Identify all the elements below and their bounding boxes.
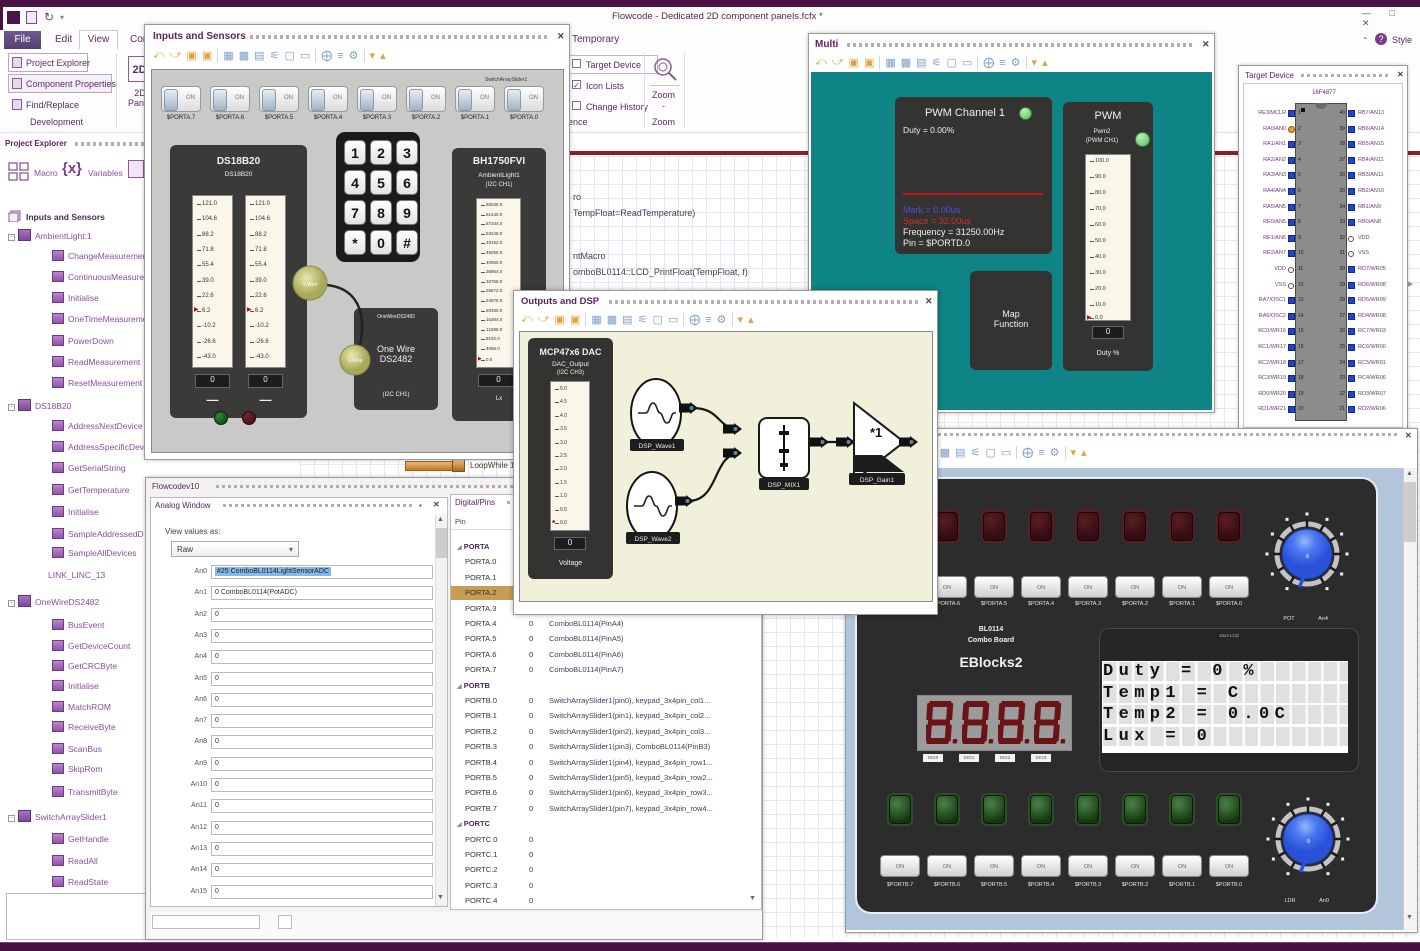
- svg-text:DSP_Wave1: DSP_Wave1: [639, 443, 676, 450]
- svg-text:*1: *1: [870, 425, 882, 440]
- svg-text:DSP_MIX1: DSP_MIX1: [768, 482, 801, 489]
- svg-text:1-Wire: 1-Wire: [348, 358, 363, 364]
- svg-text:1-Wire: 1-Wire: [303, 282, 318, 288]
- svg-text:DSP_Gain1: DSP_Gain1: [860, 477, 895, 484]
- svg-text:DSP_Wave2: DSP_Wave2: [635, 536, 672, 543]
